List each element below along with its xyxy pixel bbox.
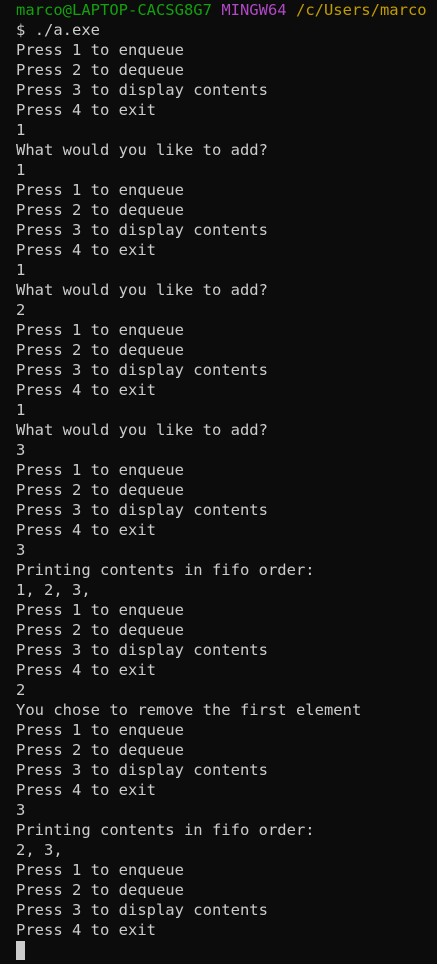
output-line: 1, 2, 3, [16,581,91,599]
output-line: You chose to remove the first element [16,701,362,719]
output-line: Press 3 to display contents [16,761,268,779]
output-line: 3 [16,801,26,819]
output-line: 3 [16,541,26,559]
output-line: Press 3 to display contents [16,81,268,99]
output-line: Printing contents in fifo order: [16,561,315,579]
output-line: Press 4 to exit [16,921,156,939]
output-line: Press 4 to exit [16,661,156,679]
output-line: 3 [16,441,26,459]
output-line: 1 [16,121,26,139]
output-line: Press 4 to exit [16,781,156,799]
output-line: Press 3 to display contents [16,641,268,659]
command-line: $ ./a.exe [16,20,437,40]
output-line: Press 2 to dequeue [16,621,184,639]
output-line: Press 2 to dequeue [16,341,184,359]
output-line: Press 1 to enqueue [16,601,184,619]
output-line: Press 4 to exit [16,381,156,399]
output-line: 1 [16,261,26,279]
output-line: Press 1 to enqueue [16,41,184,59]
output-line: 2 [16,301,26,319]
prompt-symbol: $ [16,21,26,39]
prompt-user-host: marco@LAPTOP-CACSG8G7 [16,1,212,19]
output-line: Press 1 to enqueue [16,461,184,479]
text-cursor [16,941,25,960]
output-line: Press 1 to enqueue [16,721,184,739]
output-line: Press 4 to exit [16,101,156,119]
output-line: Press 4 to exit [16,241,156,259]
output-line: 2, 3, [16,841,63,859]
output-line: 1 [16,161,26,179]
output-line: Press 3 to display contents [16,221,268,239]
output-line: Press 3 to display contents [16,501,268,519]
output-line: Press 3 to display contents [16,361,268,379]
prompt-path: /c/Users/marco [295,1,427,19]
output-line: Press 2 to dequeue [16,61,184,79]
output-line: Press 2 to dequeue [16,741,184,759]
command-text: ./a.exe [34,21,101,39]
prompt-line: marco@LAPTOP-CACSG8G7 MINGW64 /c/Users/m… [16,0,437,20]
output-line: What would you like to add? [16,421,268,439]
output-line: Press 1 to enqueue [16,321,184,339]
output-line: Press 1 to enqueue [16,181,184,199]
output-line: Press 2 to dequeue [16,201,184,219]
output-line: 1 [16,401,26,419]
output-line: What would you like to add? [16,281,268,299]
input-line[interactable] [16,940,437,960]
output-line: Press 2 to dequeue [16,481,184,499]
terminal-window[interactable]: marco@LAPTOP-CACSG8G7 MINGW64 /c/Users/m… [0,0,437,964]
terminal-output: Press 1 to enqueue Press 2 to dequeue Pres… [16,40,437,940]
output-line: Printing contents in fifo order: [16,821,315,839]
output-line: Press 2 to dequeue [16,881,184,899]
output-line: 2 [16,681,26,699]
output-line: What would you like to add? [16,141,268,159]
output-line: Press 1 to enqueue [16,861,184,879]
prompt-system: MINGW64 [221,1,287,19]
output-line: Press 3 to display contents [16,901,268,919]
output-line: Press 4 to exit [16,521,156,539]
